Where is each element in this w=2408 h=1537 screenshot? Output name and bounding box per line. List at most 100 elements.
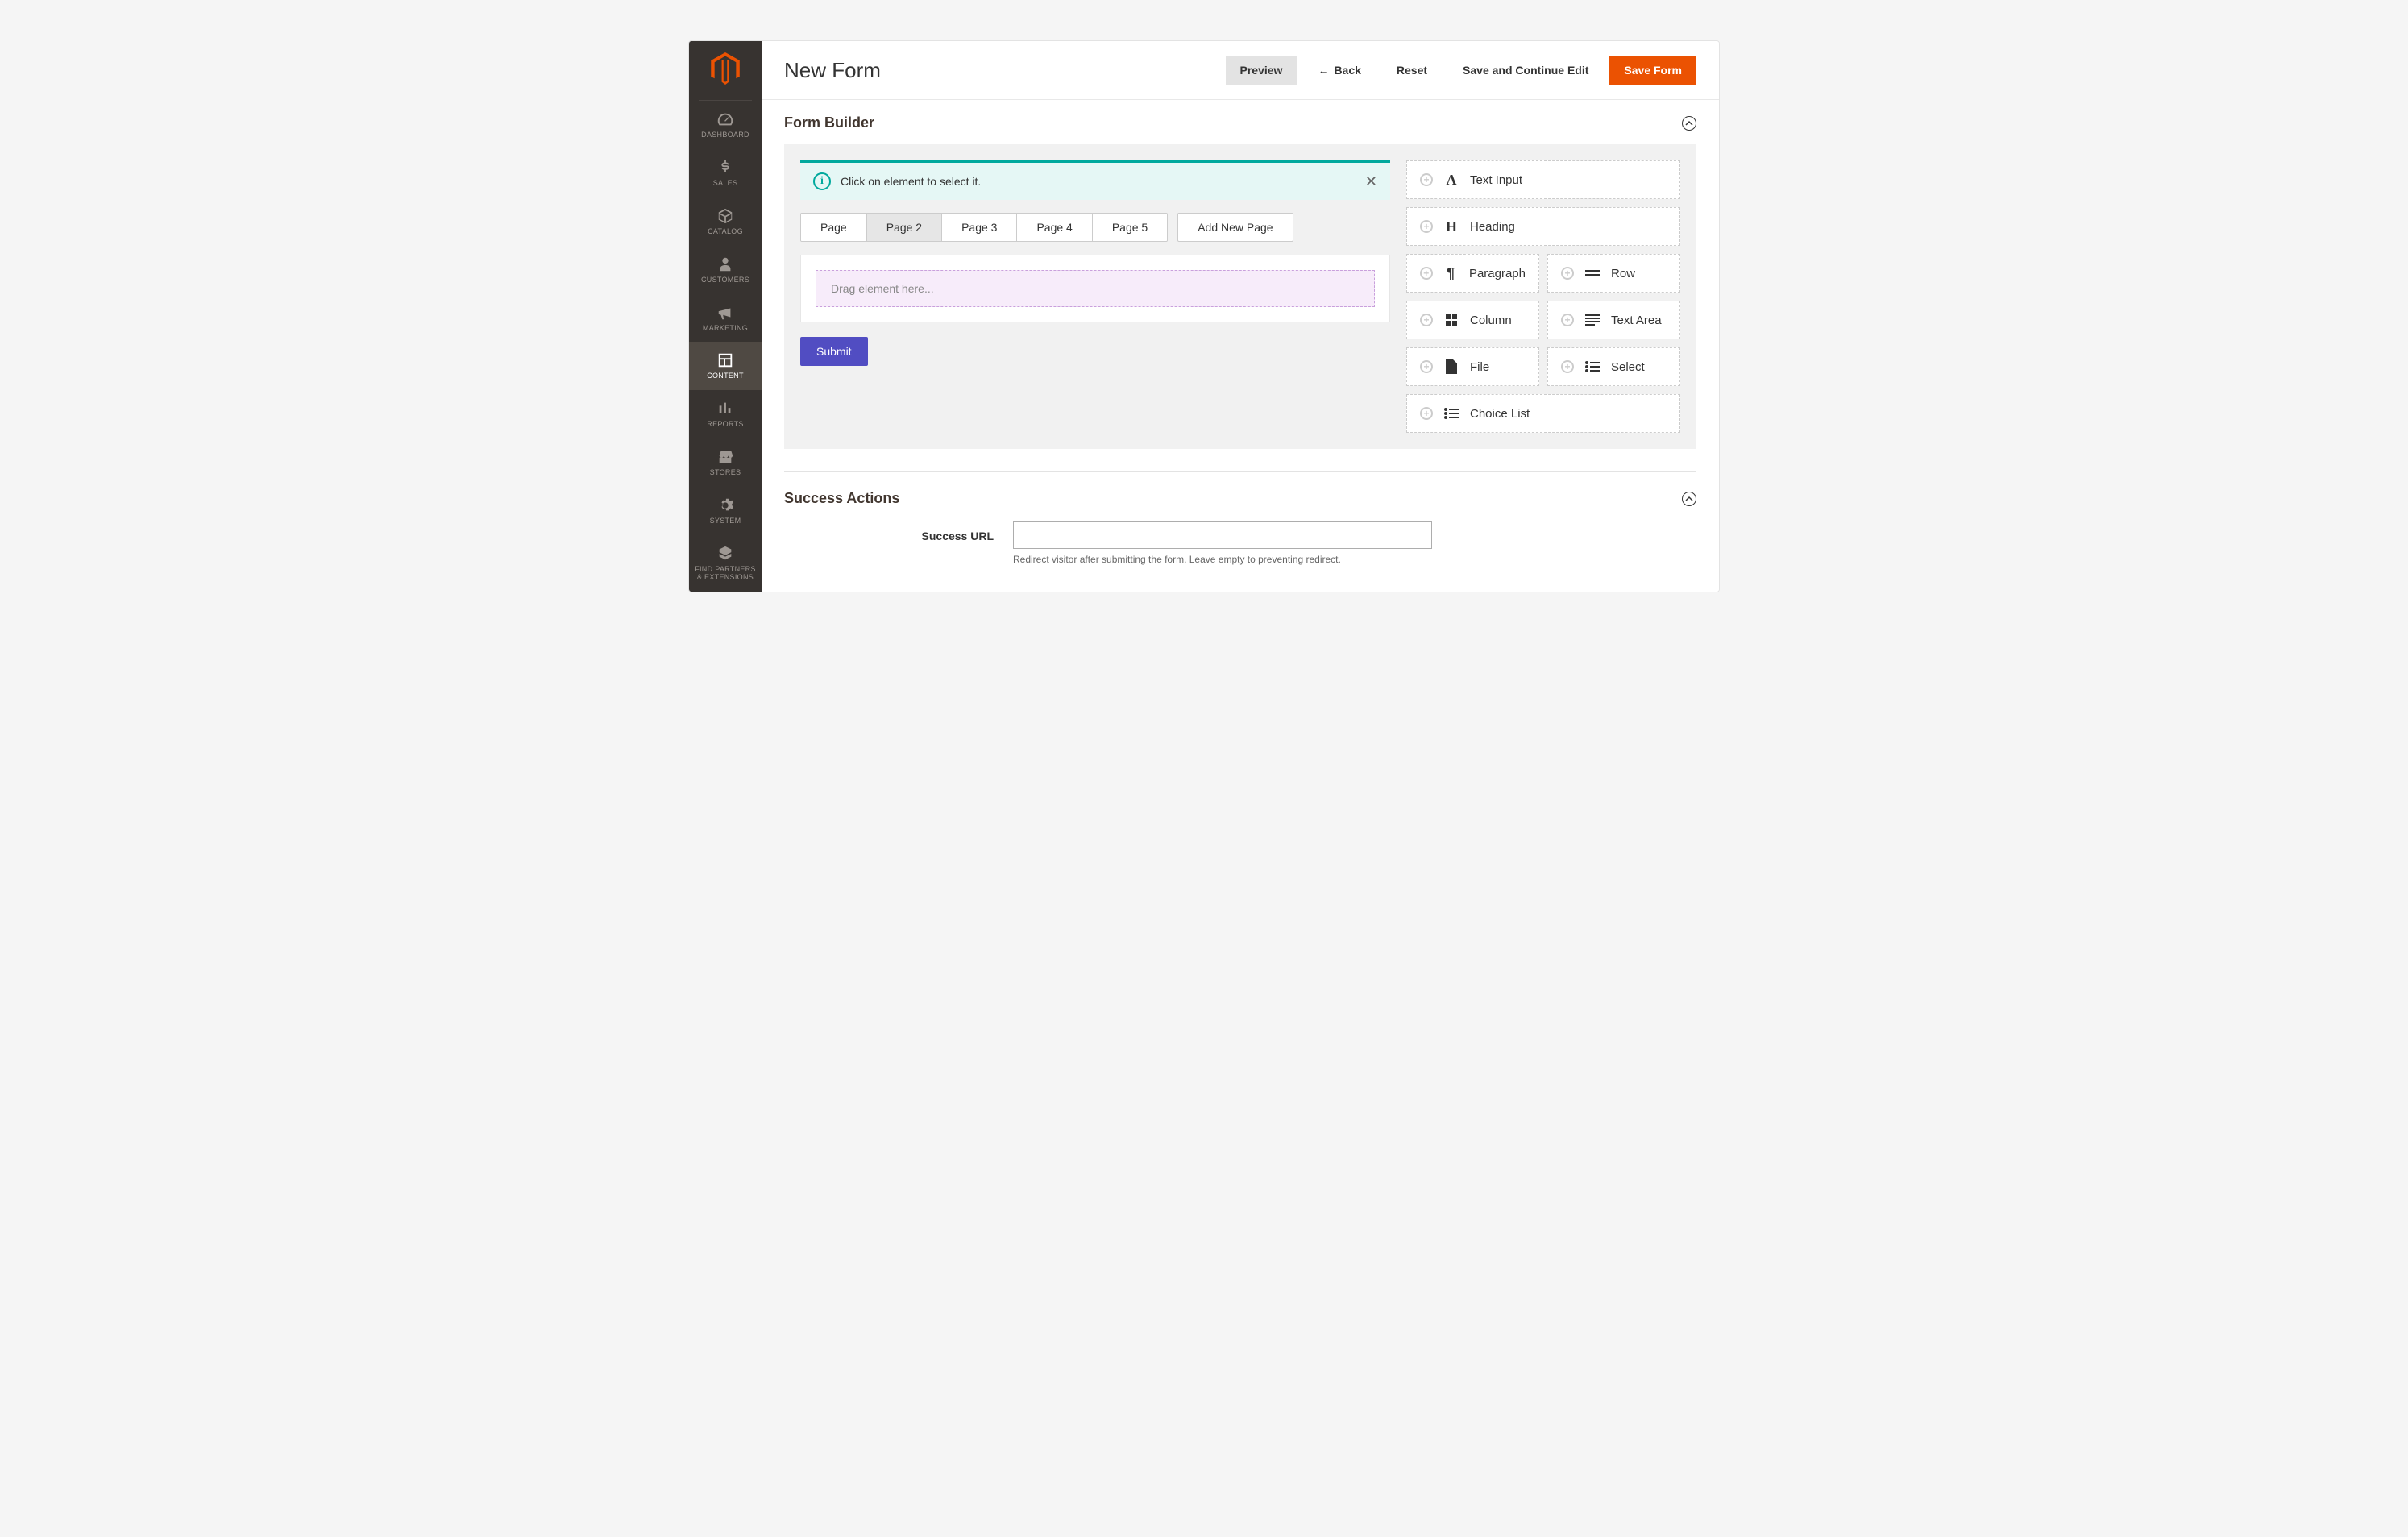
element-text-area[interactable]: + Text Area	[1547, 301, 1680, 339]
section-success-actions[interactable]: Success Actions	[784, 490, 1696, 507]
info-icon: i	[813, 172, 831, 190]
page-tabs: Page Page 2 Page 3 Page 4 Page 5 Add New…	[800, 213, 1390, 242]
save-form-button[interactable]: Save Form	[1609, 56, 1696, 85]
gauge-icon	[716, 110, 734, 128]
element-label: Heading	[1470, 220, 1515, 234]
element-text-input[interactable]: + A Text Input	[1406, 160, 1680, 199]
sidebar-item-customers[interactable]: CUSTOMERS	[689, 246, 762, 294]
submit-button[interactable]: Submit	[800, 337, 868, 366]
tab-page-2[interactable]: Page 2	[866, 214, 941, 241]
close-icon[interactable]: ✕	[1365, 173, 1377, 190]
sidebar-item-catalog[interactable]: CATALOG	[689, 197, 762, 246]
tab-page-3[interactable]: Page 3	[941, 214, 1016, 241]
sidebar-item-stores[interactable]: STORES	[689, 438, 762, 487]
tab-page-4[interactable]: Page 4	[1016, 214, 1091, 241]
element-label: Paragraph	[1469, 267, 1526, 280]
file-icon	[1444, 359, 1459, 374]
heading-icon: H	[1444, 219, 1459, 234]
sidebar-item-label: SALES	[692, 180, 758, 188]
gear-icon	[716, 496, 734, 514]
elements-palette: + A Text Input + H Heading + ¶ Parag	[1406, 160, 1680, 433]
element-label: Row	[1611, 267, 1635, 280]
top-actions: Preview ←Back Reset Save and Continue Ed…	[1226, 56, 1697, 85]
plus-icon: +	[1420, 360, 1433, 373]
sidebar-item-label: CONTENT	[692, 372, 758, 380]
element-label: Choice List	[1470, 407, 1530, 421]
plus-icon: +	[1561, 267, 1574, 280]
extensions-icon	[716, 545, 734, 563]
sidebar-item-reports[interactable]: REPORTS	[689, 390, 762, 438]
element-label: Select	[1611, 360, 1645, 374]
plus-icon: +	[1420, 173, 1433, 186]
magento-logo[interactable]	[699, 41, 752, 101]
app-window: DASHBOARD SALES CATALOG CUSTOMERS MARKET…	[688, 40, 1720, 592]
sidebar-item-system[interactable]: SYSTEM	[689, 487, 762, 535]
preview-button[interactable]: Preview	[1226, 56, 1297, 85]
plus-icon: +	[1561, 360, 1574, 373]
element-row[interactable]: + Row	[1547, 254, 1680, 293]
bars-icon	[716, 400, 734, 417]
info-text: Click on element to select it.	[841, 175, 981, 188]
megaphone-icon	[716, 304, 734, 322]
success-url-hint: Redirect visitor after submitting the fo…	[1013, 554, 1432, 565]
success-url-label: Success URL	[784, 521, 994, 542]
person-icon	[716, 255, 734, 273]
dropzone[interactable]: Drag element here...	[816, 270, 1375, 307]
section-title-text: Form Builder	[784, 114, 874, 131]
plus-icon: +	[1420, 314, 1433, 326]
chevron-up-icon	[1682, 492, 1696, 506]
form-canvas: Drag element here...	[800, 255, 1390, 322]
info-message: i Click on element to select it. ✕	[800, 160, 1390, 200]
section-title-text: Success Actions	[784, 490, 899, 507]
sidebar-item-label: CUSTOMERS	[692, 276, 758, 285]
plus-icon: +	[1420, 407, 1433, 420]
tabs-group: Page Page 2 Page 3 Page 4 Page 5	[800, 213, 1168, 242]
sidebar-item-label: CATALOG	[692, 228, 758, 236]
builder-canvas-area: i Click on element to select it. ✕ Page …	[800, 160, 1390, 433]
tab-page-5[interactable]: Page 5	[1092, 214, 1167, 241]
sidebar-item-label: DASHBOARD	[692, 131, 758, 139]
sidebar-item-label: STORES	[692, 469, 758, 477]
chevron-up-icon	[1682, 116, 1696, 131]
store-icon	[716, 448, 734, 466]
sidebar: DASHBOARD SALES CATALOG CUSTOMERS MARKET…	[689, 41, 762, 592]
sidebar-item-label: REPORTS	[692, 421, 758, 429]
element-heading[interactable]: + H Heading	[1406, 207, 1680, 246]
text-area-icon	[1585, 313, 1600, 327]
element-label: Text Input	[1470, 173, 1522, 187]
success-url-input[interactable]	[1013, 521, 1432, 549]
paragraph-icon: ¶	[1444, 266, 1458, 280]
sidebar-item-partners[interactable]: FIND PARTNERS & EXTENSIONS	[689, 535, 762, 592]
select-icon	[1585, 359, 1600, 374]
element-paragraph[interactable]: + ¶ Paragraph	[1406, 254, 1539, 293]
sidebar-item-label: MARKETING	[692, 325, 758, 333]
element-column[interactable]: + Column	[1406, 301, 1539, 339]
success-url-field-row: Success URL Redirect visitor after submi…	[784, 521, 1696, 565]
element-label: Text Area	[1611, 314, 1662, 327]
reset-button[interactable]: Reset	[1382, 56, 1442, 85]
page-title: New Form	[784, 58, 881, 83]
dollar-icon	[716, 159, 734, 177]
add-new-page-button[interactable]: Add New Page	[1177, 213, 1293, 242]
save-continue-button[interactable]: Save and Continue Edit	[1448, 56, 1603, 85]
tab-page-1[interactable]: Page	[801, 214, 866, 241]
sidebar-item-label: FIND PARTNERS & EXTENSIONS	[692, 566, 758, 582]
element-select[interactable]: + Select	[1547, 347, 1680, 386]
topbar: New Form Preview ←Back Reset Save and Co…	[762, 41, 1719, 100]
content-area: Form Builder i Click on element to selec…	[762, 100, 1719, 589]
element-file[interactable]: + File	[1406, 347, 1539, 386]
sidebar-item-marketing[interactable]: MARKETING	[689, 294, 762, 343]
element-choice-list[interactable]: + Choice List	[1406, 394, 1680, 433]
section-form-builder[interactable]: Form Builder	[784, 114, 1696, 131]
form-builder-panel: i Click on element to select it. ✕ Page …	[784, 144, 1696, 449]
sidebar-item-label: SYSTEM	[692, 517, 758, 525]
back-label: Back	[1334, 64, 1360, 77]
choice-list-icon	[1444, 406, 1459, 421]
element-label: File	[1470, 360, 1489, 374]
back-button[interactable]: ←Back	[1303, 56, 1375, 85]
plus-icon: +	[1561, 314, 1574, 326]
sidebar-item-content[interactable]: CONTENT	[689, 342, 762, 390]
sidebar-item-dashboard[interactable]: DASHBOARD	[689, 101, 762, 149]
column-icon	[1444, 313, 1459, 327]
sidebar-item-sales[interactable]: SALES	[689, 149, 762, 197]
